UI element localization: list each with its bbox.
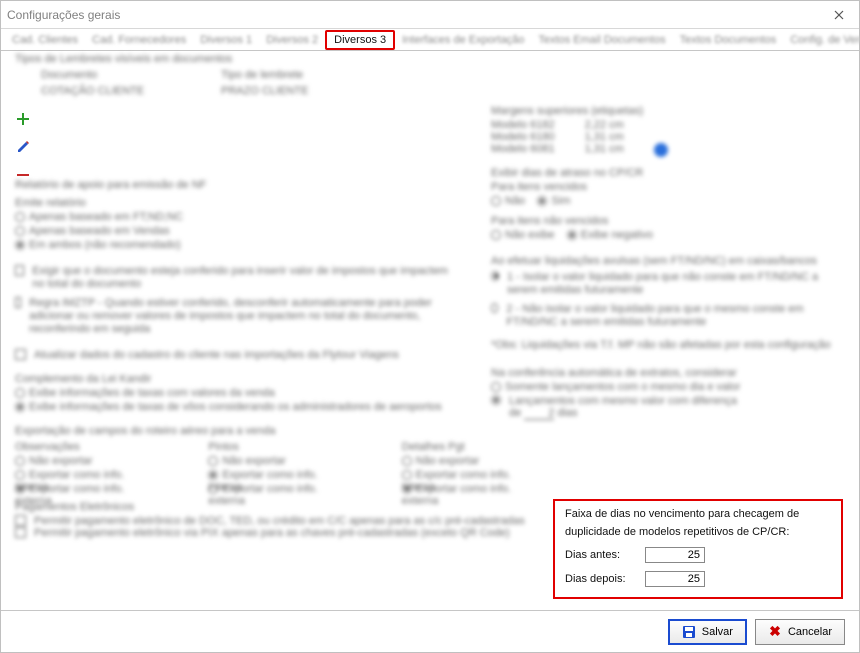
atualizar-check[interactable] (15, 349, 26, 360)
m1-val: 2,22 cm (585, 119, 624, 131)
conf-dias-val[interactable]: 2 (524, 407, 554, 420)
liq-title: Ao efetuar liquidações avulsas (sem FT/N… (491, 255, 843, 269)
m3-val: 1,31 cm (585, 143, 624, 157)
body: Tipos de Lembretes visíveis em documento… (1, 51, 859, 610)
regra-check[interactable] (15, 297, 21, 308)
faixa-line2: duplicidade de modelos repetitivos de CP… (565, 525, 831, 539)
cancel-icon: ✖ (768, 625, 782, 639)
rel-op1[interactable]: Apenas baseado em FT;ND;NC (29, 211, 183, 223)
close-icon[interactable] (825, 5, 853, 25)
titlebar: Configurações gerais (1, 1, 859, 29)
edit-icon[interactable] (15, 139, 31, 155)
det-op1[interactable]: Não exportar (416, 455, 480, 467)
exigir-check[interactable] (15, 265, 24, 276)
margens-title: Margens superiores (etiquetas) (491, 105, 843, 119)
relatorio-group: Relatório de apoio para emissão de NF Em… (15, 179, 455, 253)
rel-op2[interactable]: Apenas baseado em Vendas (29, 225, 170, 237)
tab-diversos-2[interactable]: Diversos 2 (259, 31, 325, 49)
tab-cad-fornecedores[interactable]: Cad. Fornecedores (85, 31, 193, 49)
conf-op2c: dias (557, 407, 577, 419)
pin-op1[interactable]: Não exportar (222, 455, 286, 467)
liq-op2: 2 - Não isolar o valor liquidado para qu… (506, 303, 843, 329)
venc-title: Para itens vencidos (491, 181, 843, 195)
rel-op3[interactable]: Em ambos (não recomendado) (29, 239, 181, 251)
dias-depois-input[interactable] (645, 571, 705, 587)
row-tipo: PRAZO CLIENTE (221, 85, 308, 97)
lembretes-title: Tipos de Lembretes visíveis em documento… (15, 53, 232, 65)
relatorio-title: Relatório de apoio para emissão de NF (15, 179, 455, 193)
pag-group: Pagamentos Eletrônicos Permitir pagament… (15, 501, 535, 539)
tab-interfaces-exportacao[interactable]: Interfaces de Exportação (395, 31, 531, 49)
m2-lbl: Modelo 6180 (491, 131, 555, 143)
venc-sim[interactable]: Sim (551, 195, 570, 207)
pag-title: Pagamentos Eletrônicos (15, 501, 535, 515)
emite-label: Emite relatório (15, 197, 455, 211)
conf-r2[interactable] (491, 395, 501, 405)
complemento-group: Complemento da Lei Kandir Exibe informaç… (15, 373, 475, 415)
regra-label: Regra IMZTP - Quando estiver conferido, … (29, 297, 455, 336)
tabs: Cad. Clientes Cad. Fornecedores Diversos… (1, 29, 859, 51)
faixa-line1: Faixa de dias no vencimento para checage… (565, 507, 831, 521)
row-doc: COTAÇÃO CLIENTE (41, 85, 221, 97)
col-documento: Documento (41, 69, 221, 81)
info-icon[interactable] (654, 143, 668, 157)
add-icon[interactable] (15, 111, 31, 127)
cancel-label: Cancelar (788, 626, 832, 638)
det-title: Detalhes Pgt (402, 441, 535, 455)
obs-op1[interactable]: Não exportar (29, 455, 93, 467)
tab-textos-email[interactable]: Textos Email Documentos (531, 31, 672, 49)
comp-op1[interactable]: Exibe informações de taxas com valores d… (29, 387, 275, 399)
obs-title: Observações (15, 441, 148, 455)
tab-textos-documentos[interactable]: Textos Documentos (673, 31, 784, 49)
save-icon (682, 625, 696, 639)
liq-r1[interactable] (491, 271, 499, 281)
faixa-dias-box: Faixa de dias no vencimento para checage… (553, 499, 843, 599)
tab-diversos-3[interactable]: Diversos 3 (325, 30, 395, 50)
tab-diversos-1[interactable]: Diversos 1 (193, 31, 259, 49)
window-title: Configurações gerais (7, 8, 825, 22)
export-title: Exportação de campos do roteiro aéreo pa… (15, 425, 535, 439)
list-side-icons (15, 111, 31, 183)
conf-op2b: de (509, 407, 521, 419)
liq-r2[interactable] (491, 303, 498, 313)
atualizar-group: Atualizar dados do cadastro do cliente n… (15, 349, 475, 361)
pag-op1: Permitir pagamento eletrônico de DOC, TE… (34, 515, 525, 527)
atualizar-label: Atualizar dados do cadastro do cliente n… (34, 349, 399, 361)
button-bar: Salvar ✖ Cancelar (1, 610, 859, 652)
tab-config-vendas[interactable]: Config. de Vendas (783, 31, 859, 49)
tab-cad-clientes[interactable]: Cad. Clientes (5, 31, 85, 49)
nvenc-nao[interactable]: Não exibe (505, 229, 555, 241)
comp-op2[interactable]: Exibe informações de taxas de vôos consi… (29, 401, 442, 413)
venc-nao[interactable]: Não (505, 195, 525, 207)
nvenc-title: Para itens não vencidos (491, 215, 843, 229)
m2-val: 1,31 cm (585, 131, 624, 143)
conf-op1[interactable]: Somente lançamentos com o mesmo dia e va… (505, 381, 740, 393)
cancel-button[interactable]: ✖ Cancelar (755, 619, 845, 645)
pag-chk1[interactable] (15, 515, 26, 526)
conf-op2a: Lançamentos com mesmo valor com diferenç… (509, 395, 737, 407)
exigir-group: Exigir que o documento esteja conferido … (15, 265, 455, 336)
export-group: Exportação de campos do roteiro aéreo pa… (15, 425, 535, 497)
nvenc-neg[interactable]: Exibe negativo (581, 229, 653, 241)
m3-lbl: Modelo 6081 (491, 143, 555, 157)
dias-antes-label: Dias antes: (565, 549, 645, 561)
liq-op1: 1 - Isolar o valor liquidado para que nã… (507, 271, 843, 297)
pintos-title: Pintos (208, 441, 341, 455)
right-column: Margens superiores (etiquetas) Modelo 61… (491, 105, 843, 420)
dias-depois-label: Dias depois: (565, 573, 645, 585)
lembretes-list: Documento Tipo de lembrete COTAÇÃO CLIEN… (41, 69, 461, 97)
pag-op2: Permitir pagamento eletrônico via PIX ap… (34, 527, 510, 539)
dias-antes-input[interactable] (645, 547, 705, 563)
m1-lbl: Modelo 6182 (491, 119, 555, 131)
conf-title: Na conferência automática de extratos, c… (491, 367, 843, 381)
save-button[interactable]: Salvar (668, 619, 747, 645)
col-tipo: Tipo de lembrete (221, 69, 303, 81)
save-label: Salvar (702, 626, 733, 638)
exigir-label: Exigir que o documento esteja conferido … (32, 265, 455, 291)
exibir-title: Exibir dias de atraso no CP/CR (491, 167, 843, 181)
pag-chk2[interactable] (15, 527, 26, 538)
complemento-title: Complemento da Lei Kandir (15, 373, 475, 387)
config-window: Configurações gerais Cad. Clientes Cad. … (0, 0, 860, 653)
obs-liq: *Obs: Liquidações via T.f. MP não são af… (491, 339, 843, 353)
